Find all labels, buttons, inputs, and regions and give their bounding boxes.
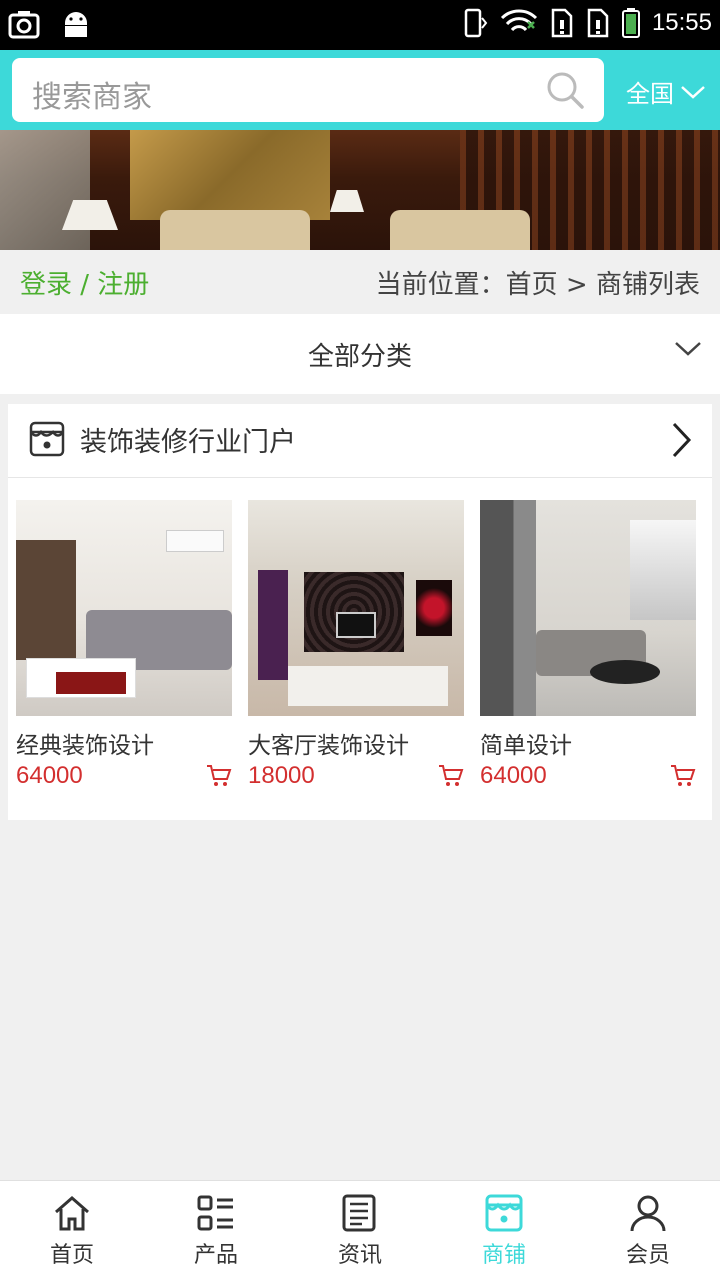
banner-mirror (0, 130, 90, 250)
banner-sofa (390, 210, 530, 250)
chevron-down-icon (675, 342, 701, 356)
product-image[interactable] (480, 500, 696, 716)
banner-sofa (160, 210, 310, 250)
tv-shape (336, 612, 376, 638)
search-icon[interactable] (546, 71, 584, 109)
product-card[interactable]: 大客厅装饰设计 18000 (248, 500, 464, 790)
user-icon (630, 1195, 666, 1232)
login-register-link[interactable]: 登录 / 注册 (20, 264, 149, 301)
nav-label: 商铺 (481, 1243, 526, 1268)
nav-news[interactable]: 资讯 (288, 1181, 432, 1280)
home-icon (55, 1196, 89, 1231)
product-name[interactable]: 经典装饰设计 (16, 726, 232, 760)
chevron-down-icon (681, 85, 705, 99)
sim1-icon (551, 8, 573, 38)
header: 搜索商家 全国 (0, 50, 720, 130)
cart-icon[interactable] (206, 764, 232, 788)
banner-lamp (330, 190, 364, 212)
nav-label: 首页 (49, 1243, 94, 1268)
product-name[interactable]: 大客厅装饰设计 (248, 726, 464, 760)
news-icon (342, 1194, 376, 1232)
android-icon (65, 12, 87, 37)
store-icon (29, 421, 65, 457)
location-bar: 登录 / 注册 当前位置：首页 > 商铺列表 (0, 250, 720, 314)
product-name[interactable]: 简单设计 (480, 726, 696, 760)
sim2-icon (587, 8, 609, 38)
product-image[interactable] (248, 500, 464, 716)
product-card[interactable]: 简单设计 64000 (480, 500, 696, 790)
breadcrumb: 当前位置：首页 > 商铺列表 (375, 270, 700, 300)
screenshot-icon (8, 11, 40, 39)
shelf-shape (16, 540, 76, 660)
window-shape (630, 520, 696, 620)
tray-shape (56, 672, 126, 694)
vibrate-icon (464, 8, 488, 38)
search-input[interactable]: 搜索商家 (12, 58, 604, 122)
nav-label: 会员 (625, 1243, 670, 1268)
list-icon (197, 1195, 233, 1231)
door-shape (480, 500, 536, 716)
chevron-right-icon[interactable] (670, 420, 694, 460)
shop-header[interactable]: 装饰装修行业门户 (8, 404, 712, 478)
category-label: 全部分类 (307, 342, 412, 372)
nav-home[interactable]: 首页 (0, 1181, 144, 1280)
store-icon (485, 1194, 523, 1232)
clock: 15:55 (651, 9, 712, 36)
product-card[interactable]: 经典装饰设计 64000 (16, 500, 232, 790)
search-placeholder: 搜索商家 (32, 80, 152, 115)
product-image[interactable] (16, 500, 232, 716)
shop-name: 装饰装修行业门户 (80, 427, 296, 458)
category-filter[interactable]: 全部分类 (0, 314, 720, 394)
rug-shape (288, 666, 448, 706)
battery-icon (621, 8, 640, 38)
banner-image[interactable] (0, 130, 720, 250)
bottom-nav: 首页 产品 资讯 商铺 会员 (0, 1180, 720, 1280)
nav-products[interactable]: 产品 (144, 1181, 288, 1280)
nav-stores[interactable]: 商铺 (432, 1181, 576, 1280)
ac-shape (166, 530, 224, 552)
art-shape (416, 580, 452, 636)
cart-icon[interactable] (670, 764, 696, 788)
shop-card: 装饰装修行业门户 经典装饰设计 64000 大客厅装饰设计 18000 简单设计… (8, 404, 712, 820)
product-price: 64000 (16, 762, 83, 789)
status-bar: 15:55 (0, 0, 720, 50)
region-label: 全国 (626, 80, 674, 108)
nav-label: 产品 (193, 1243, 238, 1268)
cart-icon[interactable] (438, 764, 464, 788)
nav-member[interactable]: 会员 (576, 1181, 720, 1280)
table-shape (590, 660, 660, 684)
nav-label: 资讯 (337, 1243, 382, 1268)
banner-painting (130, 130, 330, 220)
product-list: 经典装饰设计 64000 大客厅装饰设计 18000 简单设计 64000 (16, 500, 704, 790)
product-price: 64000 (480, 762, 547, 789)
region-selector[interactable]: 全国 (626, 74, 706, 109)
curtain-shape (258, 570, 288, 680)
wifi-icon (500, 9, 537, 32)
product-price: 18000 (248, 762, 315, 789)
